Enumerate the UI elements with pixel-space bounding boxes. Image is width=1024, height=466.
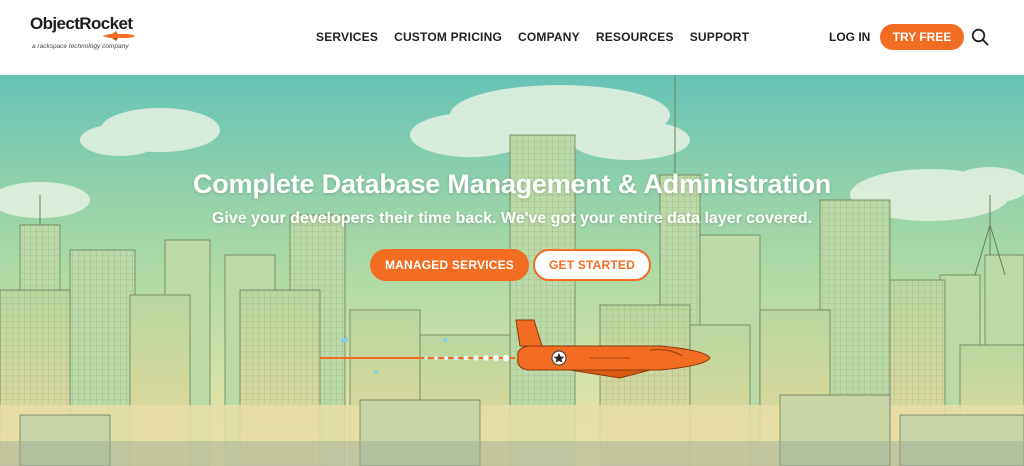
logo-tagline: a rackspace technology company (32, 43, 129, 50)
nav-company[interactable]: COMPANY (518, 30, 580, 44)
hero-section: Complete Database Management & Administr… (0, 75, 1024, 466)
get-started-button[interactable]: GET STARTED (533, 249, 651, 281)
nav-custom-pricing[interactable]: CUSTOM PRICING (394, 30, 502, 44)
main-nav: SERVICES CUSTOM PRICING COMPANY RESOURCE… (316, 30, 765, 44)
hero-title: Complete Database Management & Administr… (192, 169, 832, 199)
login-link[interactable]: LOG IN (829, 30, 870, 44)
objectrocket-logo[interactable]: ObjectRocket a rackspace technology comp… (30, 14, 150, 56)
rocket-icon (102, 31, 135, 41)
hero-subtitle: Give your developers their time back. We… (211, 210, 813, 227)
nav-services[interactable]: SERVICES (316, 30, 378, 44)
search-icon[interactable] (971, 28, 989, 46)
managed-services-button[interactable]: MANAGED SERVICES (370, 249, 529, 281)
site-header: ObjectRocket a rackspace technology comp… (0, 0, 1024, 75)
nav-support[interactable]: SUPPORT (690, 30, 749, 44)
nav-resources[interactable]: RESOURCES (596, 30, 674, 44)
try-free-button[interactable]: TRY FREE (880, 24, 964, 50)
